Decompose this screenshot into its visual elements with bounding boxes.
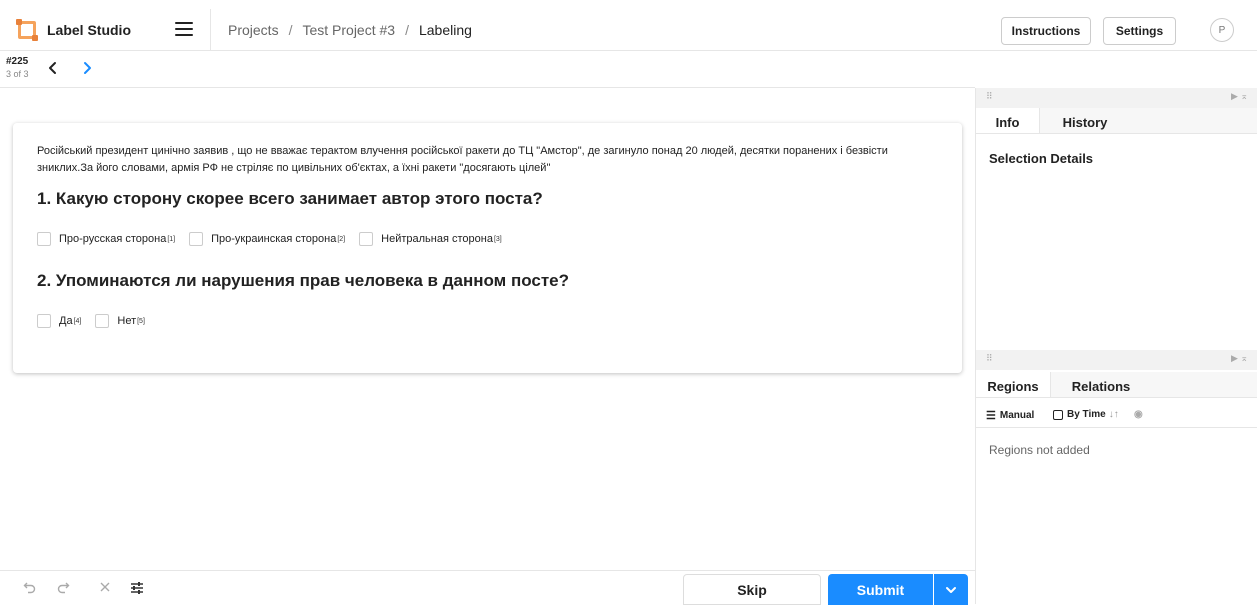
hotkey-hint: [1] bbox=[167, 235, 176, 243]
drag-handle-icon[interactable]: ⠿ bbox=[986, 91, 993, 102]
tab-relations[interactable]: Relations bbox=[1051, 372, 1151, 397]
choice-label: Про-украинская сторона bbox=[211, 233, 337, 245]
choice-label: Про-русская сторона bbox=[59, 233, 167, 245]
breadcrumb-separator: / bbox=[405, 22, 409, 38]
sort-order-icon[interactable]: ↓↑ bbox=[1109, 409, 1119, 420]
nav-divider bbox=[210, 9, 211, 51]
task-id: #225 bbox=[6, 56, 29, 67]
choice-pro-ukrainian[interactable]: Про-украинская сторона [2] bbox=[189, 232, 345, 246]
submit-button[interactable]: Submit bbox=[828, 574, 933, 605]
hotkey-hint: [5] bbox=[137, 317, 145, 325]
previous-task-chevron-left-icon[interactable] bbox=[46, 61, 60, 75]
question-2-title: 2. Упоминаются ли нарушения прав человек… bbox=[37, 271, 569, 290]
info-tabs: Info History bbox=[976, 108, 1257, 134]
task-navigation: #225 3 of 3 bbox=[0, 52, 975, 88]
undo-icon[interactable] bbox=[22, 580, 38, 596]
tab-info[interactable]: Info bbox=[976, 108, 1040, 133]
checkbox[interactable] bbox=[95, 314, 110, 328]
sort-by-time[interactable]: By Time ↓↑ bbox=[1053, 409, 1119, 420]
instructions-button[interactable]: Instructions bbox=[1001, 17, 1091, 45]
settings-button[interactable]: Settings bbox=[1103, 17, 1176, 45]
hotkey-hint: [3] bbox=[493, 235, 502, 243]
checkbox[interactable] bbox=[37, 314, 51, 328]
redo-icon[interactable] bbox=[55, 580, 71, 596]
hotkey-hint: [2] bbox=[337, 235, 346, 243]
app-name: Label Studio bbox=[47, 22, 131, 38]
question-1-choices: Про-русская сторона [1] Про-украинская с… bbox=[37, 231, 938, 247]
app-brand[interactable]: Label Studio bbox=[16, 9, 131, 51]
choice-pro-russian[interactable]: Про-русская сторона [1] bbox=[37, 232, 175, 246]
checkbox[interactable] bbox=[37, 232, 51, 246]
sort-manual[interactable]: ☰ Manual bbox=[986, 409, 1034, 422]
side-panel: ⠿ ▶ ⌅ Info History Selection Details ⠿ ▶… bbox=[975, 88, 1257, 604]
breadcrumb-current: Labeling bbox=[418, 22, 472, 38]
question-1-title: 1. Какую сторону скорее всего занимает а… bbox=[37, 189, 543, 208]
sort-manual-label: Manual bbox=[999, 410, 1035, 421]
settings-sliders-icon[interactable] bbox=[129, 580, 145, 596]
sort-by-time-label: By Time bbox=[1067, 409, 1106, 420]
submit-options-chevron-down-icon[interactable] bbox=[934, 574, 968, 605]
regions-tabs: Regions Relations bbox=[976, 372, 1257, 398]
label-studio-logo-icon bbox=[16, 19, 38, 41]
calendar-icon bbox=[1053, 409, 1063, 420]
choice-yes[interactable]: Да [4] bbox=[37, 314, 81, 328]
empty-regions-text: Regions not added bbox=[989, 443, 1090, 457]
menu-hamburger-icon[interactable] bbox=[175, 22, 193, 36]
next-task-chevron-right-icon[interactable] bbox=[80, 61, 94, 75]
task-card: Російський президент цинічно заявив , що… bbox=[13, 123, 962, 373]
skip-button[interactable]: Skip bbox=[683, 574, 821, 605]
question-2-choices: Да [4] Нет [5] bbox=[37, 313, 938, 329]
info-panel-header[interactable]: ⠿ ▶ ⌅ bbox=[976, 88, 1257, 108]
list-icon: ☰ bbox=[986, 410, 996, 422]
selection-details-title: Selection Details bbox=[989, 151, 1094, 166]
choice-label: Нейтральная сторона bbox=[381, 233, 493, 245]
choice-neutral[interactable]: Нейтральная сторона [3] bbox=[359, 232, 502, 246]
choice-no[interactable]: Нет [5] bbox=[95, 314, 145, 328]
choice-label: Да bbox=[59, 315, 73, 327]
bottom-toolbar: Skip Submit bbox=[0, 570, 975, 605]
panel-collapse-icon[interactable]: ▶ ⌅ bbox=[1231, 91, 1248, 102]
avatar[interactable]: P bbox=[1210, 18, 1234, 42]
tab-history[interactable]: History bbox=[1040, 108, 1130, 133]
breadcrumb-projects[interactable]: Projects bbox=[228, 22, 279, 38]
tab-regions[interactable]: Regions bbox=[976, 372, 1051, 397]
task-position: 3 of 3 bbox=[6, 69, 29, 79]
checkbox[interactable] bbox=[189, 232, 204, 246]
top-navigation-bar: Label Studio Projects / Test Project #3 … bbox=[0, 9, 1257, 51]
drag-handle-icon[interactable]: ⠿ bbox=[986, 353, 993, 364]
choice-label: Нет bbox=[117, 315, 137, 327]
regions-sort-bar: ☰ Manual By Time ↓↑ ◉ bbox=[976, 404, 1257, 428]
reset-close-icon[interactable] bbox=[97, 580, 113, 596]
regions-panel-header[interactable]: ⠿ ▶ ⌅ bbox=[976, 350, 1257, 370]
checkbox[interactable] bbox=[359, 232, 374, 246]
visibility-eye-icon[interactable]: ◉ bbox=[1134, 409, 1143, 420]
post-text: Російський президент цинічно заявив , що… bbox=[37, 145, 888, 174]
breadcrumb-project[interactable]: Test Project #3 bbox=[302, 22, 395, 38]
breadcrumb-separator: / bbox=[288, 22, 293, 38]
breadcrumb: Projects / Test Project #3 / Labeling bbox=[228, 9, 472, 51]
panel-collapse-icon[interactable]: ▶ ⌅ bbox=[1231, 353, 1248, 364]
hotkey-hint: [4] bbox=[73, 317, 82, 325]
labeling-area: Російський президент цинічно заявив , що… bbox=[0, 88, 975, 570]
